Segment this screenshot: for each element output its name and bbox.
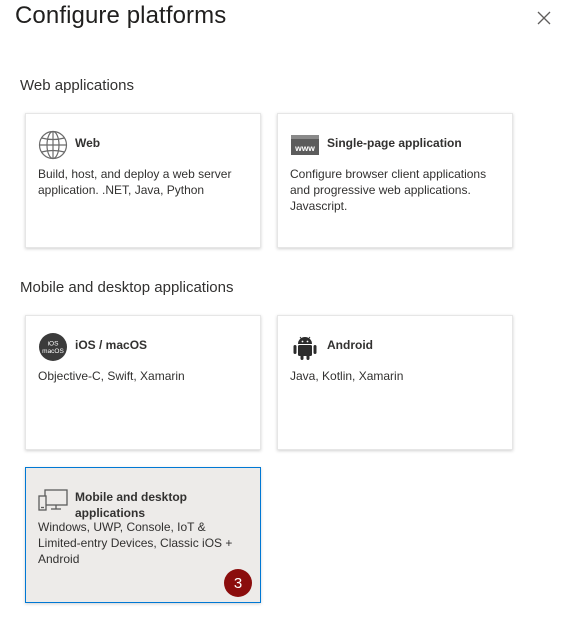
macos-icon-text: macOS xyxy=(42,348,64,355)
close-button[interactable] xyxy=(533,7,555,29)
platform-card-ios[interactable]: iOS macOS iOS / macOS Objective-C, Swift… xyxy=(25,315,261,450)
card-title: iOS / macOS xyxy=(75,338,148,352)
card-title: Web xyxy=(75,136,101,150)
card-description: Objective-C, Swift, Xamarin xyxy=(38,369,185,383)
close-icon xyxy=(537,11,551,25)
ios-macos-icon: iOS macOS xyxy=(38,332,68,362)
platform-card-android[interactable]: Android Java, Kotlin, Xamarin xyxy=(277,315,513,450)
card-description: Java, Kotlin, Xamarin xyxy=(290,369,404,383)
www-icon-text: www xyxy=(294,143,315,153)
card-description: Windows, UWP, Console, IoT & Limited-ent… xyxy=(38,520,233,566)
ios-icon-text: iOS xyxy=(48,341,60,348)
panel-title: Configure platforms xyxy=(15,2,227,29)
card-title: Mobile and desktop applications xyxy=(75,490,188,520)
section-heading-web: Web applications xyxy=(20,77,134,94)
step-badge: 3 xyxy=(224,569,252,597)
card-title: Android xyxy=(327,338,373,352)
platform-card-mobile-desktop[interactable]: Mobile and desktop applications Windows,… xyxy=(25,467,261,603)
platform-card-spa[interactable]: www Single-page application Configure br… xyxy=(277,113,513,248)
configure-platforms-panel: Configure platforms Web applications Web… xyxy=(0,0,565,626)
card-description: Configure browser client applications an… xyxy=(290,167,487,213)
www-browser-icon: www xyxy=(290,130,320,160)
section-heading-mobile: Mobile and desktop applications xyxy=(20,279,234,296)
globe-icon xyxy=(38,130,68,160)
desktop-device-icon xyxy=(38,484,68,514)
card-description: Build, host, and deploy a web server app… xyxy=(38,167,232,197)
card-title: Single-page application xyxy=(327,136,462,150)
android-icon xyxy=(290,332,320,362)
platform-card-web[interactable]: Web Build, host, and deploy a web server… xyxy=(25,113,261,248)
